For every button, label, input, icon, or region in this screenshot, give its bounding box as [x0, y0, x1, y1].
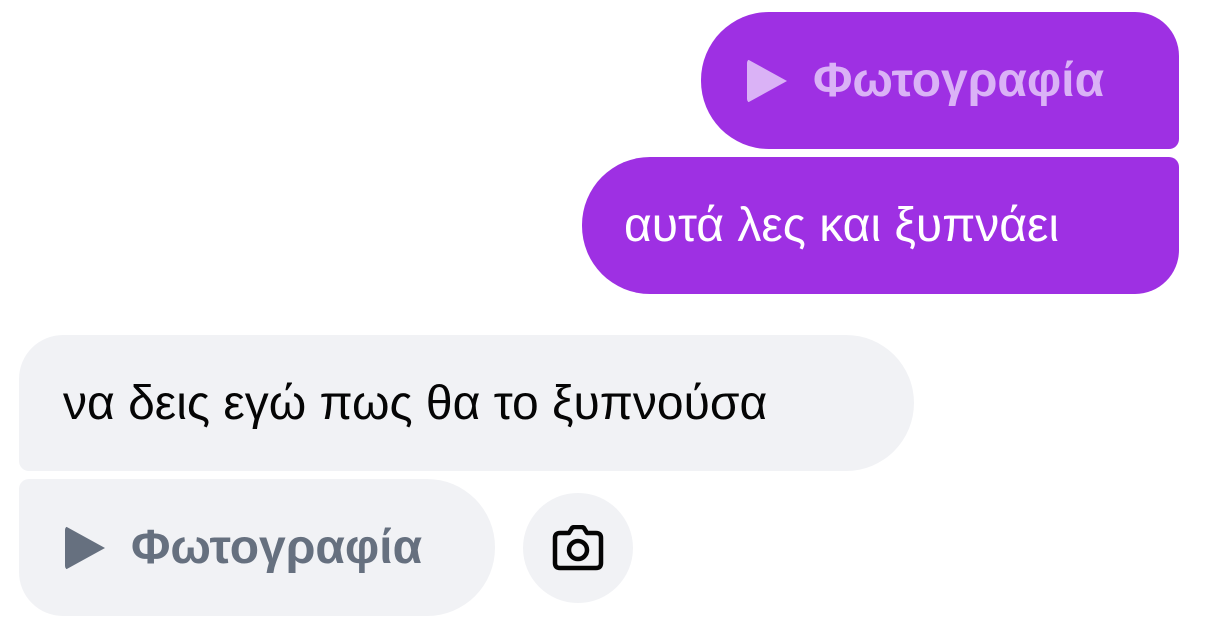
- message-text: να δεις εγώ πως θα το ξυπνούσα: [63, 376, 768, 430]
- message-text: αυτά λες και ξυπνάει: [624, 199, 1060, 252]
- play-icon: [65, 525, 105, 570]
- camera-icon: [552, 525, 604, 571]
- incoming-photo-message[interactable]: Φωτογραφία: [19, 479, 495, 616]
- outgoing-text-message[interactable]: αυτά λες και ξυπνάει: [582, 157, 1179, 294]
- incoming-text-message[interactable]: να δεις εγώ πως θα το ξυπνούσα: [19, 335, 914, 471]
- photo-label: Φωτογραφία: [813, 54, 1105, 107]
- play-icon: [747, 58, 787, 103]
- outgoing-photo-message[interactable]: Φωτογραφία: [701, 12, 1179, 149]
- photo-label: Φωτογραφία: [131, 521, 423, 574]
- camera-button[interactable]: [523, 493, 633, 603]
